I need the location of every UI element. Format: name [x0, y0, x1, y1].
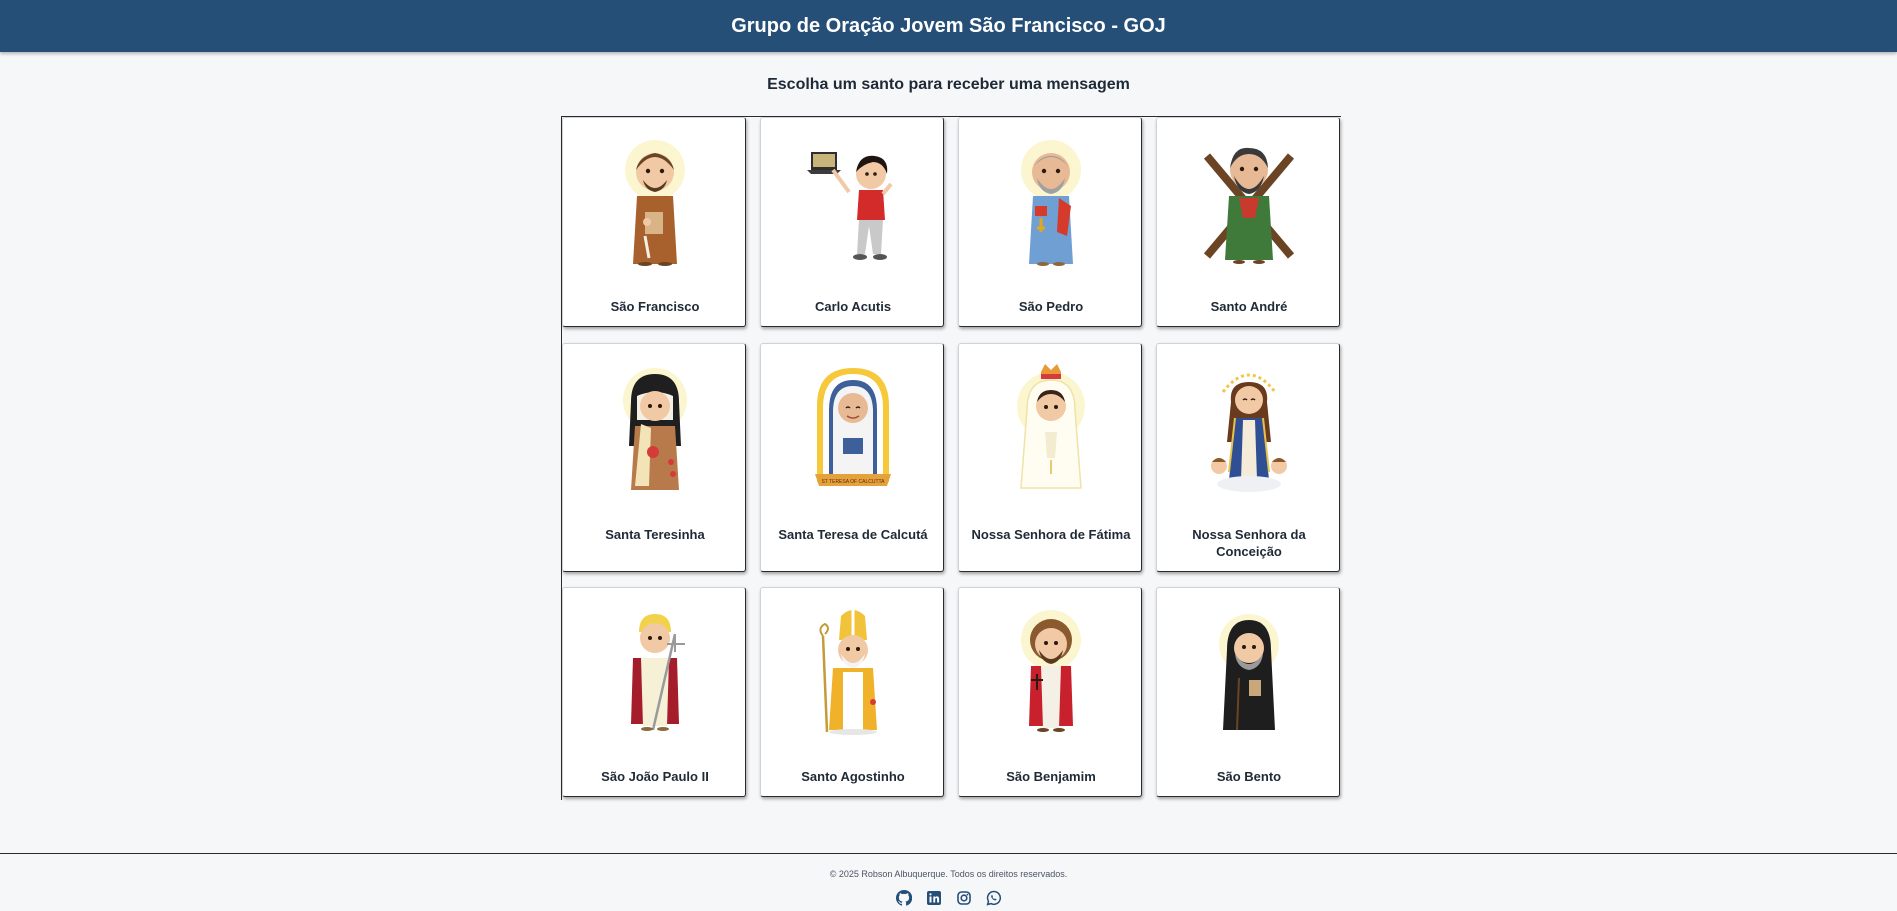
- sao-bento-illustration: [1219, 614, 1279, 731]
- saint-name: Nossa Senhora da Conceição: [1192, 527, 1306, 559]
- page-heading: Escolha um santo para receber uma mensag…: [767, 76, 1130, 93]
- nossa-senhora-de-fatima-illustration: [1017, 364, 1085, 489]
- whatsapp-icon[interactable]: [986, 890, 1002, 906]
- saint-card-sao-pedro[interactable]: São Pedro: [958, 117, 1142, 327]
- saint-name: Carlo Acutis: [814, 299, 892, 314]
- saint-name: Santa Teresinha: [605, 527, 705, 542]
- sao-pedro-illustration: [1021, 140, 1081, 266]
- github-icon[interactable]: [895, 889, 913, 906]
- saint-name: São Bento: [1216, 769, 1282, 784]
- social-links: [895, 889, 1006, 906]
- saint-card-nossa-senhora-de-fatima[interactable]: Nossa Senhora de Fátima: [958, 343, 1142, 572]
- saint-card-sao-benjamim[interactable]: São Benjamim: [958, 587, 1142, 797]
- saint-name: São Pedro: [1018, 299, 1084, 314]
- nossa-senhora-da-conceicao-illustration: [1211, 373, 1287, 492]
- instagram-icon[interactable]: [956, 890, 972, 906]
- saint-card-santa-teresinha[interactable]: Santa Teresinha: [562, 343, 746, 572]
- saint-card-santo-andre[interactable]: Santo André: [1156, 117, 1340, 327]
- saint-name: São Benjamim: [1006, 769, 1096, 784]
- saint-name: Santo André: [1210, 299, 1288, 314]
- saint-name: Nossa Senhora de Fátima: [971, 527, 1131, 542]
- sao-francisco-illustration: [625, 140, 685, 266]
- saint-name: São João Paulo II: [601, 769, 709, 784]
- santa-teresinha-illustration: [623, 368, 687, 490]
- santa-teresa-de-calcuta-illustration: ST TERESA OF CALCUTTA: [815, 368, 891, 486]
- saint-card-nossa-senhora-da-conceicao[interactable]: Nossa Senhora da Conceição: [1156, 343, 1340, 572]
- saint-name: Santo Agostinho: [801, 769, 905, 784]
- saint-card-sao-bento[interactable]: São Bento: [1156, 587, 1340, 797]
- saint-card-santa-teresa-de-calcuta[interactable]: ST TERESA OF CALCUTTA Santa Teresa de Ca…: [760, 343, 944, 572]
- site-header: Grupo de Oração Jovem São Francisco - GO…: [0, 0, 1897, 52]
- saint-card-sao-francisco[interactable]: São Francisco: [562, 117, 746, 327]
- saint-card-santo-agostinho[interactable]: Santo Agostinho: [760, 587, 944, 797]
- carlo-acutis-illustration: [807, 152, 893, 260]
- calcutta-banner-text: ST TERESA OF CALCUTTA: [821, 479, 885, 485]
- site-footer: © 2025 Robson Albuquerque. Todos os dire…: [0, 853, 1897, 908]
- saint-name: Santa Teresa de Calcutá: [778, 527, 928, 542]
- copyright-text: © 2025 Robson Albuquerque. Todos os dire…: [829, 869, 1068, 879]
- saint-name: São Francisco: [610, 299, 700, 314]
- santo-andre-illustration: [1203, 147, 1295, 264]
- sao-joao-paulo-ii-illustration: [631, 614, 685, 731]
- saints-grid: São Francisco Carlo Acutis São Pedro San…: [561, 116, 1341, 800]
- saint-card-sao-joao-paulo-ii[interactable]: São João Paulo II: [562, 587, 746, 797]
- linkedin-icon[interactable]: [926, 890, 942, 906]
- sao-benjamim-illustration: [1021, 610, 1081, 732]
- saint-card-carlo-acutis[interactable]: Carlo Acutis: [760, 117, 944, 327]
- santo-agostinho-illustration: [819, 610, 877, 735]
- site-title: Grupo de Oração Jovem São Francisco - GO…: [731, 14, 1166, 37]
